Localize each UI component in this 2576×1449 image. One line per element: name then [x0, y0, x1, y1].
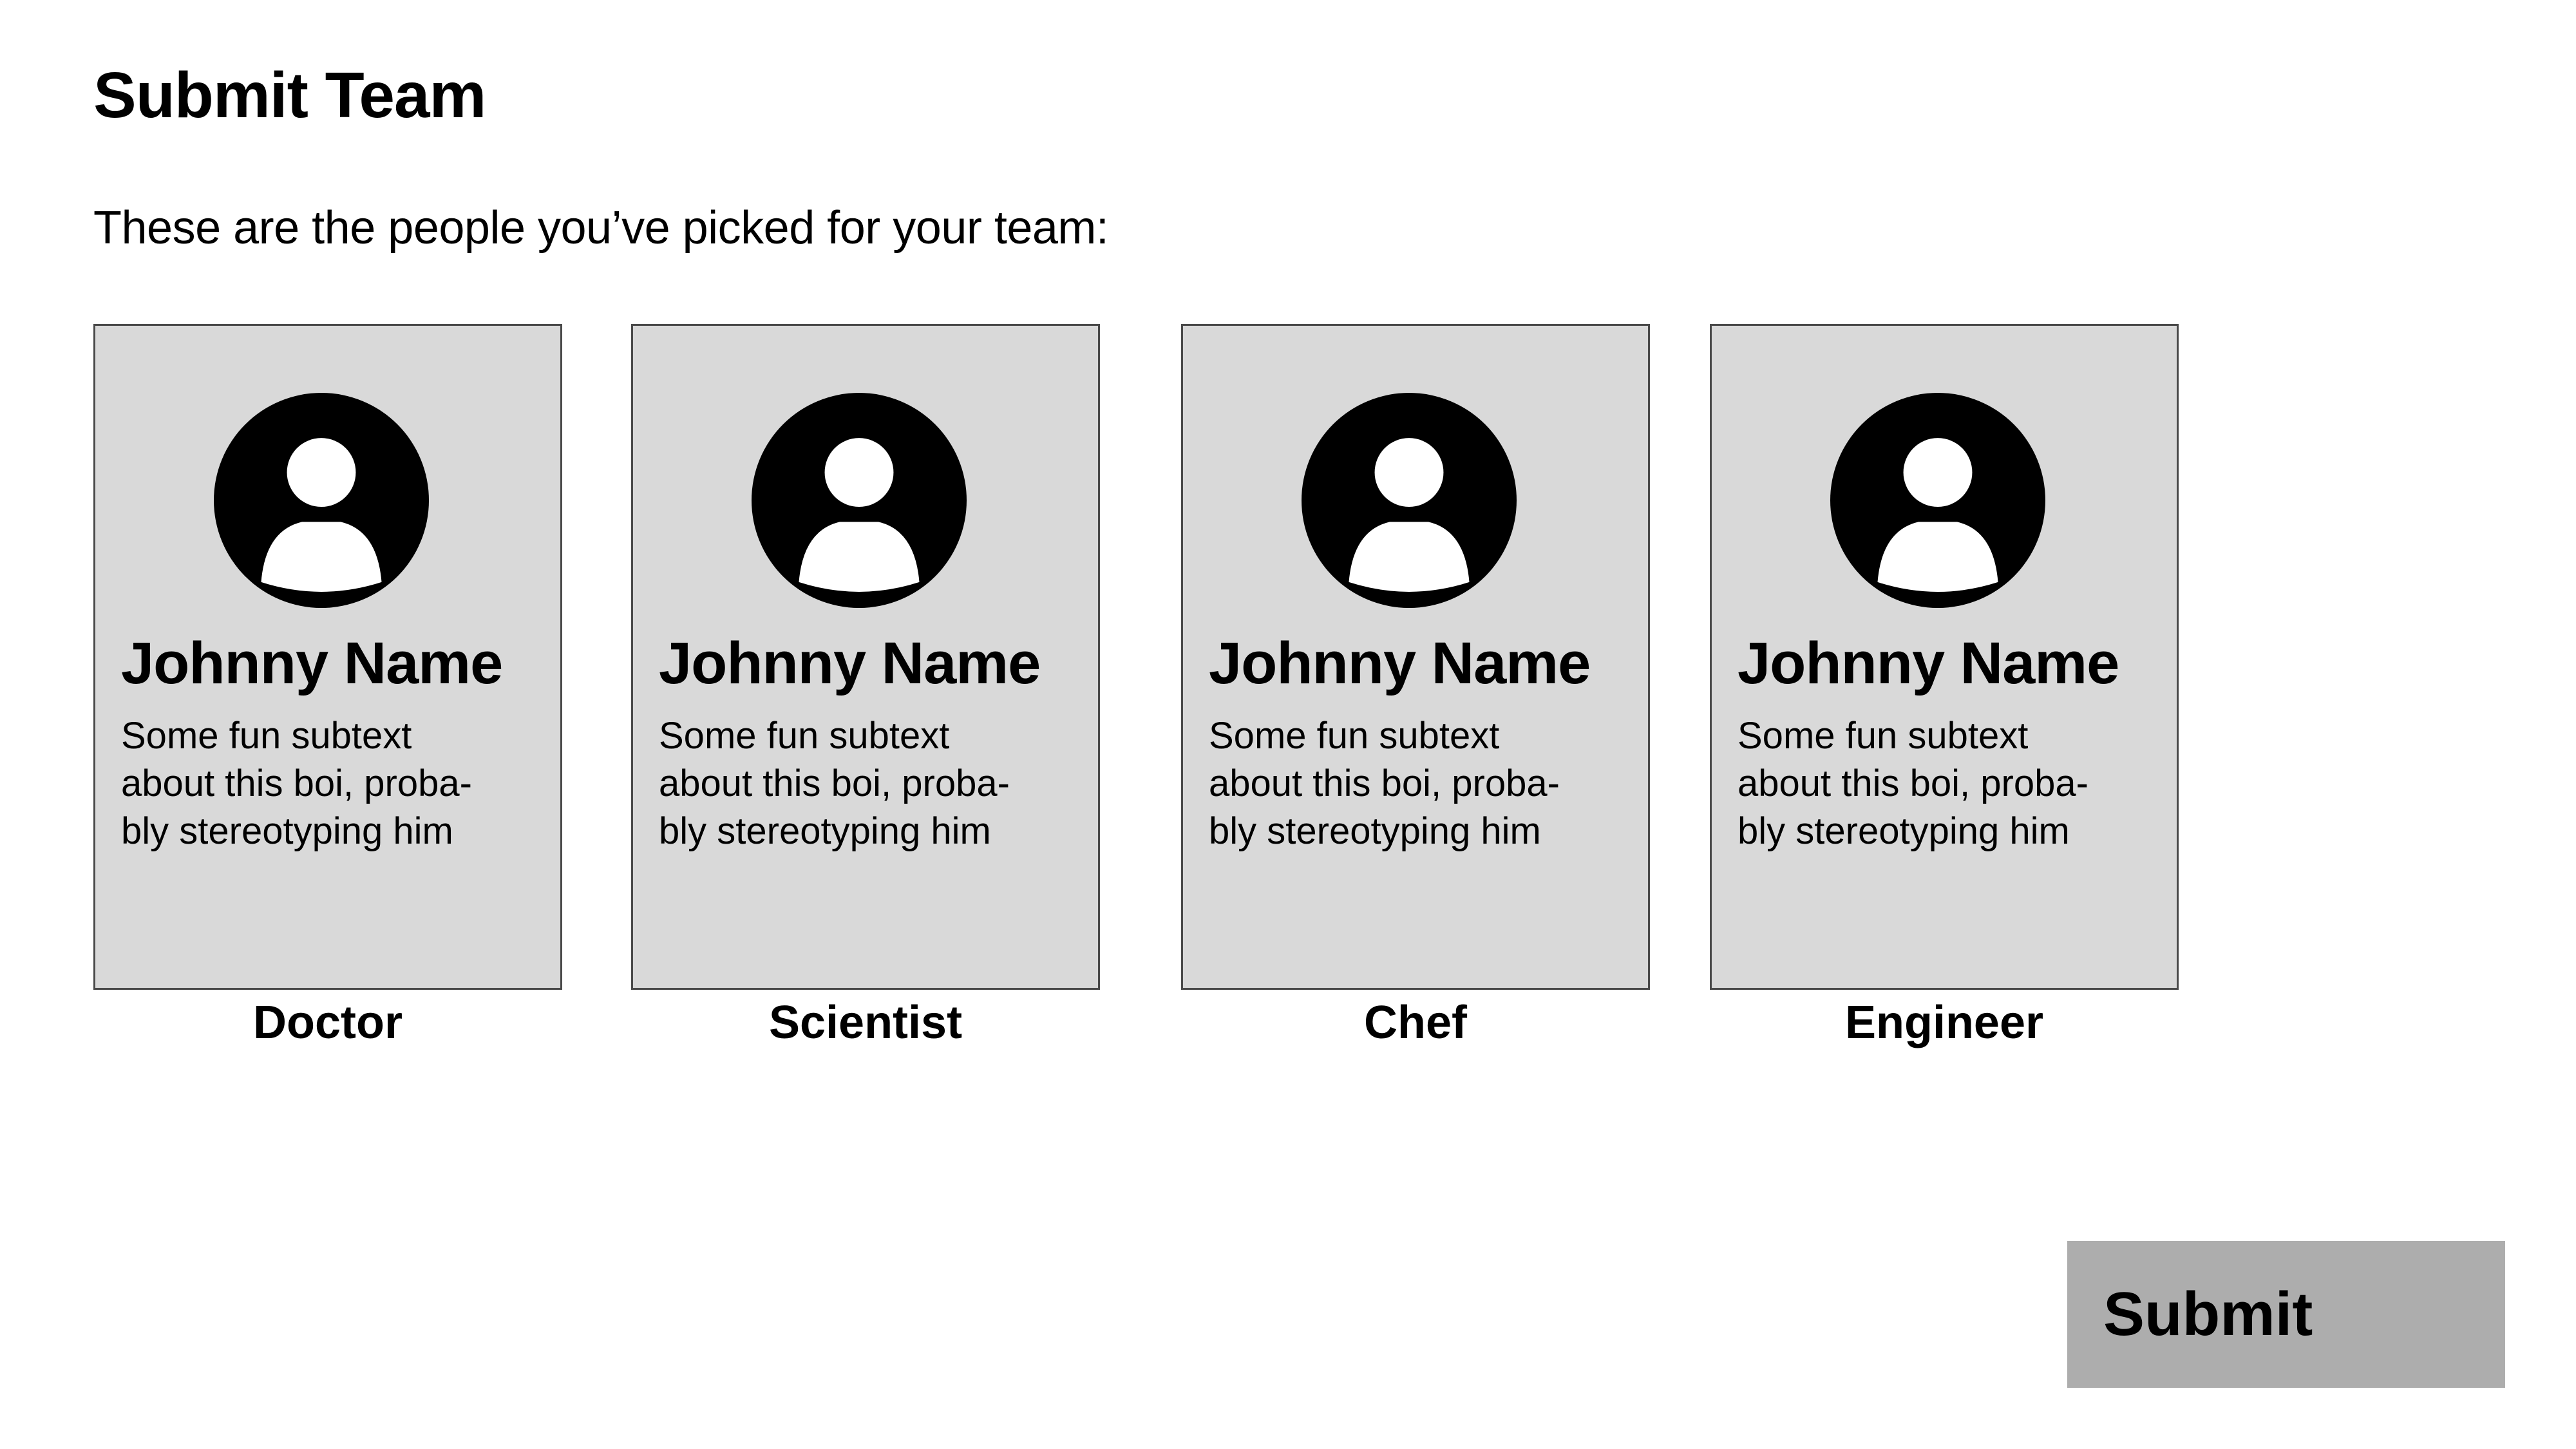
team-member-slot: Johnny Name Some fun subtext about this … [631, 324, 1100, 1048]
team-member-slot: Johnny Name Some fun subtext about this … [1181, 324, 1650, 1048]
team-member-slot: Johnny Name Some fun subtext about this … [93, 324, 562, 1048]
team-member-name: Johnny Name [1738, 630, 2119, 696]
user-avatar-icon [1302, 393, 1517, 608]
team-member-card[interactable]: Johnny Name Some fun subtext about this … [1710, 324, 2179, 990]
team-member-description: Some fun subtext about this boi, proba- … [1209, 715, 1560, 852]
team-member-card[interactable]: Johnny Name Some fun subtext about this … [93, 324, 562, 990]
user-avatar-icon [1830, 393, 2045, 608]
team-member-description: Some fun subtext about this boi, proba- … [659, 715, 1010, 852]
team-member-name: Johnny Name [659, 630, 1041, 696]
team-member-slot: Johnny Name Some fun subtext about this … [1710, 324, 2179, 1048]
team-member-description: Some fun subtext about this boi, proba- … [121, 715, 472, 852]
team-member-role: Doctor [253, 997, 402, 1048]
intro-text: These are the people you’ve picked for y… [93, 202, 1109, 254]
submit-button[interactable]: Submit [2067, 1241, 2505, 1388]
user-avatar-icon [214, 393, 429, 608]
team-member-name: Johnny Name [1209, 630, 1591, 696]
page-title: Submit Team [93, 59, 486, 131]
team-member-role: Chef [1364, 997, 1467, 1048]
team-member-role: Scientist [768, 997, 963, 1048]
team-member-description: Some fun subtext about this boi, proba- … [1738, 715, 2088, 852]
team-member-card[interactable]: Johnny Name Some fun subtext about this … [1181, 324, 1650, 990]
user-avatar-icon [752, 393, 967, 608]
team-member-card[interactable]: Johnny Name Some fun subtext about this … [631, 324, 1100, 990]
team-member-role: Engineer [1844, 997, 2044, 1048]
team-member-name: Johnny Name [121, 630, 503, 696]
